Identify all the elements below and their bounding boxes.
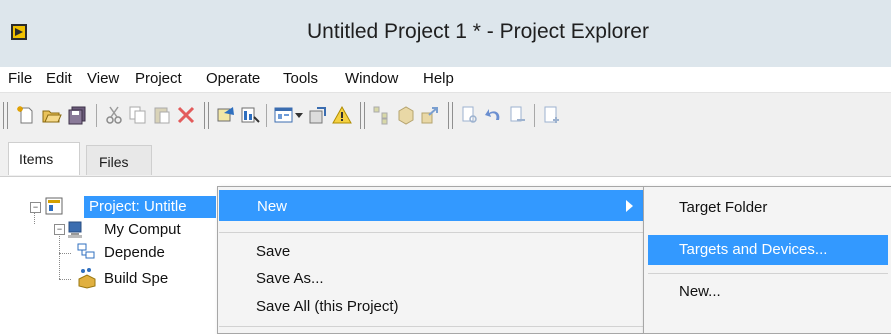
menu-project[interactable]: Project xyxy=(135,70,182,87)
properties-icon[interactable] xyxy=(308,105,328,125)
menu-help[interactable]: Help xyxy=(423,70,454,87)
toolbar-grip[interactable] xyxy=(360,102,365,129)
tab-items[interactable]: Items xyxy=(8,142,80,175)
submenu-item-target-folder[interactable]: Target Folder xyxy=(679,199,767,216)
tree-item-computer[interactable]: My Comput xyxy=(104,221,181,238)
window-title-text: Untitled Project 1 * - Project Explorer xyxy=(307,20,649,43)
delete-icon[interactable] xyxy=(176,105,196,125)
toolbar-separator xyxy=(266,104,267,127)
menu-file[interactable]: File xyxy=(8,70,32,87)
warning-icon[interactable] xyxy=(332,105,352,125)
tree-connector xyxy=(59,253,71,254)
toolbar-grip[interactable] xyxy=(3,102,8,129)
dropdown-icon[interactable] xyxy=(294,105,304,125)
paste-icon[interactable] xyxy=(152,105,172,125)
add-icon[interactable] xyxy=(542,105,562,125)
new-icon[interactable] xyxy=(16,105,36,125)
submenu-item-targets-and-devices[interactable]: Targets and Devices... xyxy=(679,241,827,258)
tree-connector xyxy=(59,234,60,279)
menu-edit[interactable]: Edit xyxy=(46,70,72,87)
tree-item-project[interactable]: Project: Untitle xyxy=(89,198,187,215)
dependencies-icon xyxy=(77,243,95,259)
context-menu-item-save-all[interactable]: Save All (this Project) xyxy=(256,298,399,315)
context-menu-item-save[interactable]: Save xyxy=(256,243,290,260)
package-icon[interactable] xyxy=(396,105,416,125)
find-icon[interactable] xyxy=(460,105,480,125)
context-menu-item-new-label: New xyxy=(257,198,288,215)
tab-items-label: Items xyxy=(19,151,54,167)
submenu-new: Target Folder Targets and Devices... New… xyxy=(643,186,891,334)
toolbar-grip[interactable] xyxy=(448,102,453,129)
menu-divider xyxy=(219,326,643,327)
deploy-icon[interactable] xyxy=(240,105,260,125)
submenu-item-new[interactable]: New... xyxy=(679,283,721,300)
export-icon[interactable] xyxy=(420,105,440,125)
view-icon[interactable] xyxy=(274,105,294,125)
window-title: Untitled Project 1 * - Project Explorer xyxy=(0,20,891,44)
tree-item-build-specifications[interactable]: Build Spe xyxy=(104,270,168,287)
menu-divider xyxy=(219,232,643,233)
cut-icon[interactable] xyxy=(104,105,124,125)
menu-bar: File Edit View Project Operate Tools Win… xyxy=(0,67,891,92)
undo-icon[interactable] xyxy=(484,105,504,125)
toolbar-separator xyxy=(96,104,97,127)
hierarchy-icon[interactable] xyxy=(372,105,392,125)
submenu-arrow-icon xyxy=(626,200,633,212)
toolbar-grip[interactable] xyxy=(204,102,209,129)
build-specifications-icon xyxy=(78,268,96,289)
toolbar xyxy=(0,92,891,138)
menu-window[interactable]: Window xyxy=(345,70,398,87)
menu-divider xyxy=(648,273,888,274)
menu-tools[interactable]: Tools xyxy=(283,70,318,87)
redo-icon[interactable] xyxy=(508,105,528,125)
build-icon[interactable] xyxy=(216,105,236,125)
menu-operate[interactable]: Operate xyxy=(206,70,260,87)
copy-icon[interactable] xyxy=(128,105,148,125)
toolbar-separator xyxy=(534,104,535,127)
context-menu-item-save-as[interactable]: Save As... xyxy=(256,270,324,287)
project-icon xyxy=(45,197,63,215)
computer-icon xyxy=(68,221,82,238)
tree-collapse-toggle[interactable]: − xyxy=(30,202,41,213)
context-menu-item-new[interactable]: New xyxy=(219,190,643,221)
menu-view[interactable]: View xyxy=(87,70,119,87)
title-bar[interactable]: Untitled Project 1 * - Project Explorer xyxy=(0,0,891,68)
tree-connector xyxy=(34,212,35,224)
open-icon[interactable] xyxy=(42,105,62,125)
tab-files[interactable]: Files xyxy=(86,145,152,175)
tab-files-label: Files xyxy=(99,154,129,170)
tree-connector xyxy=(59,279,71,280)
tree-item-dependencies[interactable]: Depende xyxy=(104,244,165,261)
save-all-icon[interactable] xyxy=(68,105,88,125)
context-menu: New Save Save As... Save All (this Proje… xyxy=(217,186,645,334)
